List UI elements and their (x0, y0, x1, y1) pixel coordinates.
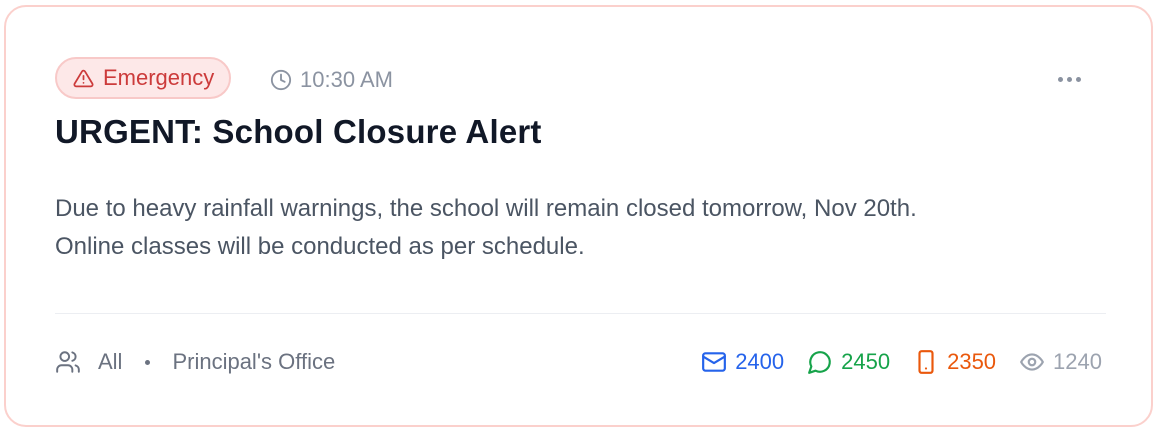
message-count: 2450 (841, 349, 891, 374)
clock-icon (270, 69, 292, 91)
more-options-button[interactable] (1058, 77, 1081, 82)
smartphone-icon (918, 350, 934, 374)
mail-icon (702, 352, 727, 372)
timestamp: 10:30 AM (270, 67, 393, 93)
views-stat: 1240 (1019, 349, 1102, 375)
message-stat: 2450 (807, 349, 890, 375)
delivery-stats: 2400 2450 2350 1240 (701, 349, 1102, 375)
time-label: 10:30 AM (300, 67, 393, 92)
sms-stat: 2350 (913, 349, 996, 375)
notification-card[interactable]: Emergency 10:30 AM URGENT: School Closur… (4, 5, 1153, 427)
notice-body: Due to heavy rainfall warnings, the scho… (55, 190, 1115, 266)
users-icon (56, 351, 80, 373)
eye-icon (1020, 353, 1044, 371)
sender-label: Principal's Office (172, 349, 336, 374)
views-count: 1240 (1053, 349, 1102, 374)
separator-dot (145, 359, 151, 365)
chat-bubble-icon (808, 351, 831, 374)
sms-count: 2350 (947, 349, 997, 374)
notice-title: URGENT: School Closure Alert (55, 113, 542, 150)
email-stat: 2400 (701, 349, 784, 375)
more-horizontal-icon (1058, 77, 1063, 82)
notice-meta: All Principal's Office (55, 349, 335, 375)
email-count: 2400 (735, 349, 785, 374)
alert-triangle-icon (73, 69, 94, 87)
audience-label: All (98, 349, 123, 374)
divider (55, 313, 1106, 314)
notice-body-line: Due to heavy rainfall warnings, the scho… (55, 195, 917, 222)
emergency-badge: Emergency (55, 57, 232, 99)
notice-body-line: Online classes will be conducted as per … (55, 233, 585, 260)
badge-label: Emergency (103, 65, 215, 90)
